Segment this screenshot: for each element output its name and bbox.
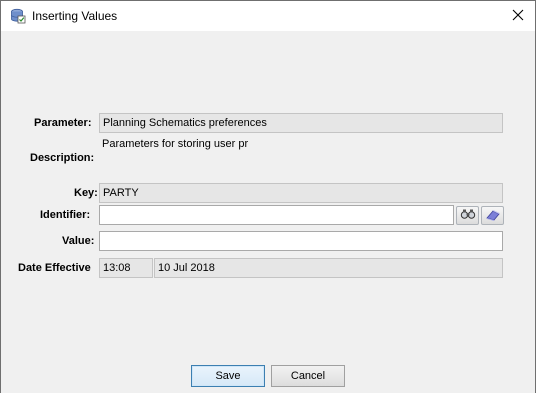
database-icon <box>10 8 26 24</box>
key-label: Key: <box>74 187 98 199</box>
close-icon <box>512 9 524 24</box>
date-effective-label: Date Effective <box>18 262 91 274</box>
description-label: Description: <box>30 152 95 164</box>
description-value: Parameters for storing user pr <box>102 138 249 150</box>
key-field: PARTY <box>99 183 503 203</box>
close-button[interactable] <box>501 1 535 31</box>
dialog-title: Inserting Values <box>32 9 118 23</box>
eraser-icon <box>485 208 501 224</box>
parameter-field: Planning Schematics preferences <box>99 113 503 133</box>
identifier-clear-button[interactable] <box>481 206 504 225</box>
identifier-label: Identifier: <box>40 209 91 221</box>
cancel-button[interactable]: Cancel <box>271 365 345 387</box>
binoculars-icon <box>460 208 476 223</box>
value-label: Value: <box>62 235 95 247</box>
save-button[interactable]: Save <box>191 365 265 387</box>
date-effective-time: 13:08 <box>99 258 153 278</box>
dialog-content: Parameter: Planning Schematics preferenc… <box>1 31 535 393</box>
identifier-input[interactable] <box>99 205 454 225</box>
parameter-label: Parameter: <box>34 117 92 129</box>
dialog-window: Inserting Values Parameter: Planning Sch… <box>0 0 536 393</box>
identifier-lookup-button[interactable] <box>456 206 479 225</box>
value-input[interactable] <box>99 231 503 251</box>
title-bar: Inserting Values <box>1 1 535 31</box>
date-effective-date: 10 Jul 2018 <box>154 258 503 278</box>
